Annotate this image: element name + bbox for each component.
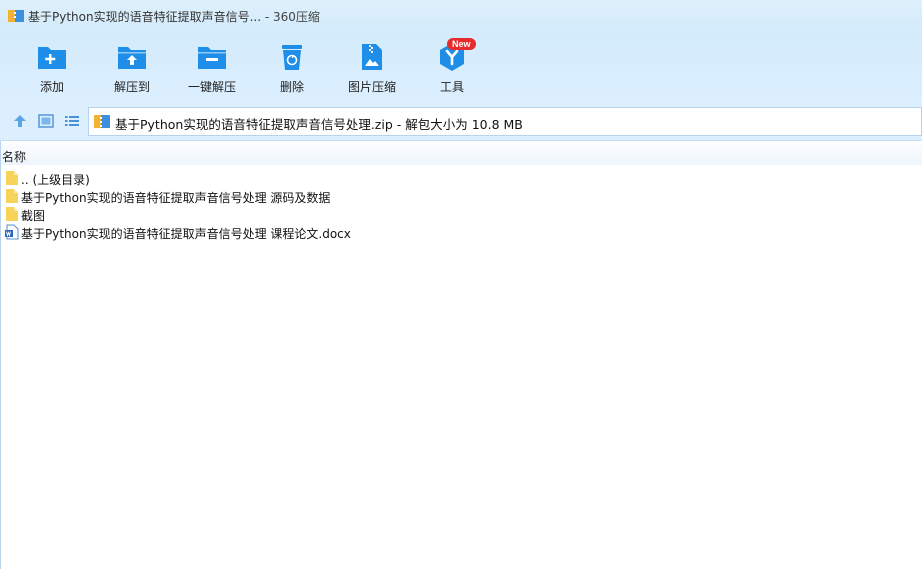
list-item-folder-screenshots[interactable]: 截图 (1, 205, 921, 223)
list-item-name: .. (上级目录) (21, 173, 90, 187)
title-bar: 基于Python实现的语音特征提取声音信号... - 360压缩 (0, 0, 922, 32)
folder-extract-icon (118, 47, 146, 69)
folder-icon (6, 189, 18, 203)
delete-button-label: 删除 (279, 80, 304, 94)
list-item-parent-folder[interactable]: .. (上级目录) (1, 169, 921, 187)
tools-button[interactable]: New 工具 (417, 38, 487, 100)
archive-app-icon (8, 10, 24, 22)
add-button-label: 添加 (39, 80, 64, 94)
column-header-name[interactable]: 名称 (1, 143, 922, 165)
toolbar: 添加 解压到 一键解压 删除 图片压缩 New 工具 (0, 32, 922, 104)
folder-icon (6, 207, 18, 221)
extract-to-button-label: 解压到 (113, 80, 150, 94)
list-item-name: 基于Python实现的语音特征提取声音信号处理 课程论文.docx (21, 227, 351, 241)
tools-button-label: 工具 (439, 80, 464, 94)
list-item-name: 截图 (21, 209, 46, 223)
folder-icon (6, 171, 18, 185)
column-header-name-label: 名称 (2, 150, 27, 164)
one-click-extract-button-label: 一键解压 (187, 80, 236, 94)
delete-button[interactable]: 删除 (257, 38, 327, 100)
up-arrow-icon[interactable] (12, 113, 28, 129)
path-text: 基于Python实现的语音特征提取声音信号处理.zip - 解包大小为 10.8… (115, 117, 523, 132)
trash-icon (282, 45, 302, 70)
image-compress-button[interactable]: 图片压缩 (337, 38, 407, 100)
thumbnail-view-icon[interactable] (38, 113, 54, 129)
word-document-icon (5, 224, 19, 240)
new-badge: New (447, 38, 476, 50)
app-name: - 360压缩 (261, 10, 320, 24)
add-button[interactable]: 添加 (17, 38, 87, 100)
list-view-icon[interactable] (64, 113, 80, 129)
list-item-name: 基于Python实现的语音特征提取声音信号处理 源码及数据 (21, 191, 331, 205)
one-click-extract-button[interactable]: 一键解压 (177, 38, 247, 100)
image-compress-button-label: 图片压缩 (347, 80, 396, 94)
extract-to-button[interactable]: 解压到 (97, 38, 167, 100)
path-address-bar[interactable]: 基于Python实现的语音特征提取声音信号处理.zip - 解包大小为 10.8… (88, 107, 922, 136)
folder-oneclick-extract-icon (198, 47, 226, 69)
folder-add-icon (38, 47, 66, 69)
navigation-bar: 基于Python实现的语音特征提取声音信号处理.zip - 解包大小为 10.8… (0, 104, 922, 141)
zip-archive-icon (94, 115, 110, 128)
window-title: 基于Python实现的语音特征提取声音信号... - 360压缩 (28, 10, 320, 24)
list-item-docx[interactable]: 基于Python实现的语音特征提取声音信号处理 课程论文.docx (1, 223, 921, 241)
image-compress-icon (362, 44, 382, 70)
file-list: 名称 .. (上级目录) 基于Python实现的语音特征提取声音信号处理 源码及… (0, 141, 922, 569)
list-item-folder-source[interactable]: 基于Python实现的语音特征提取声音信号处理 源码及数据 (1, 187, 921, 205)
